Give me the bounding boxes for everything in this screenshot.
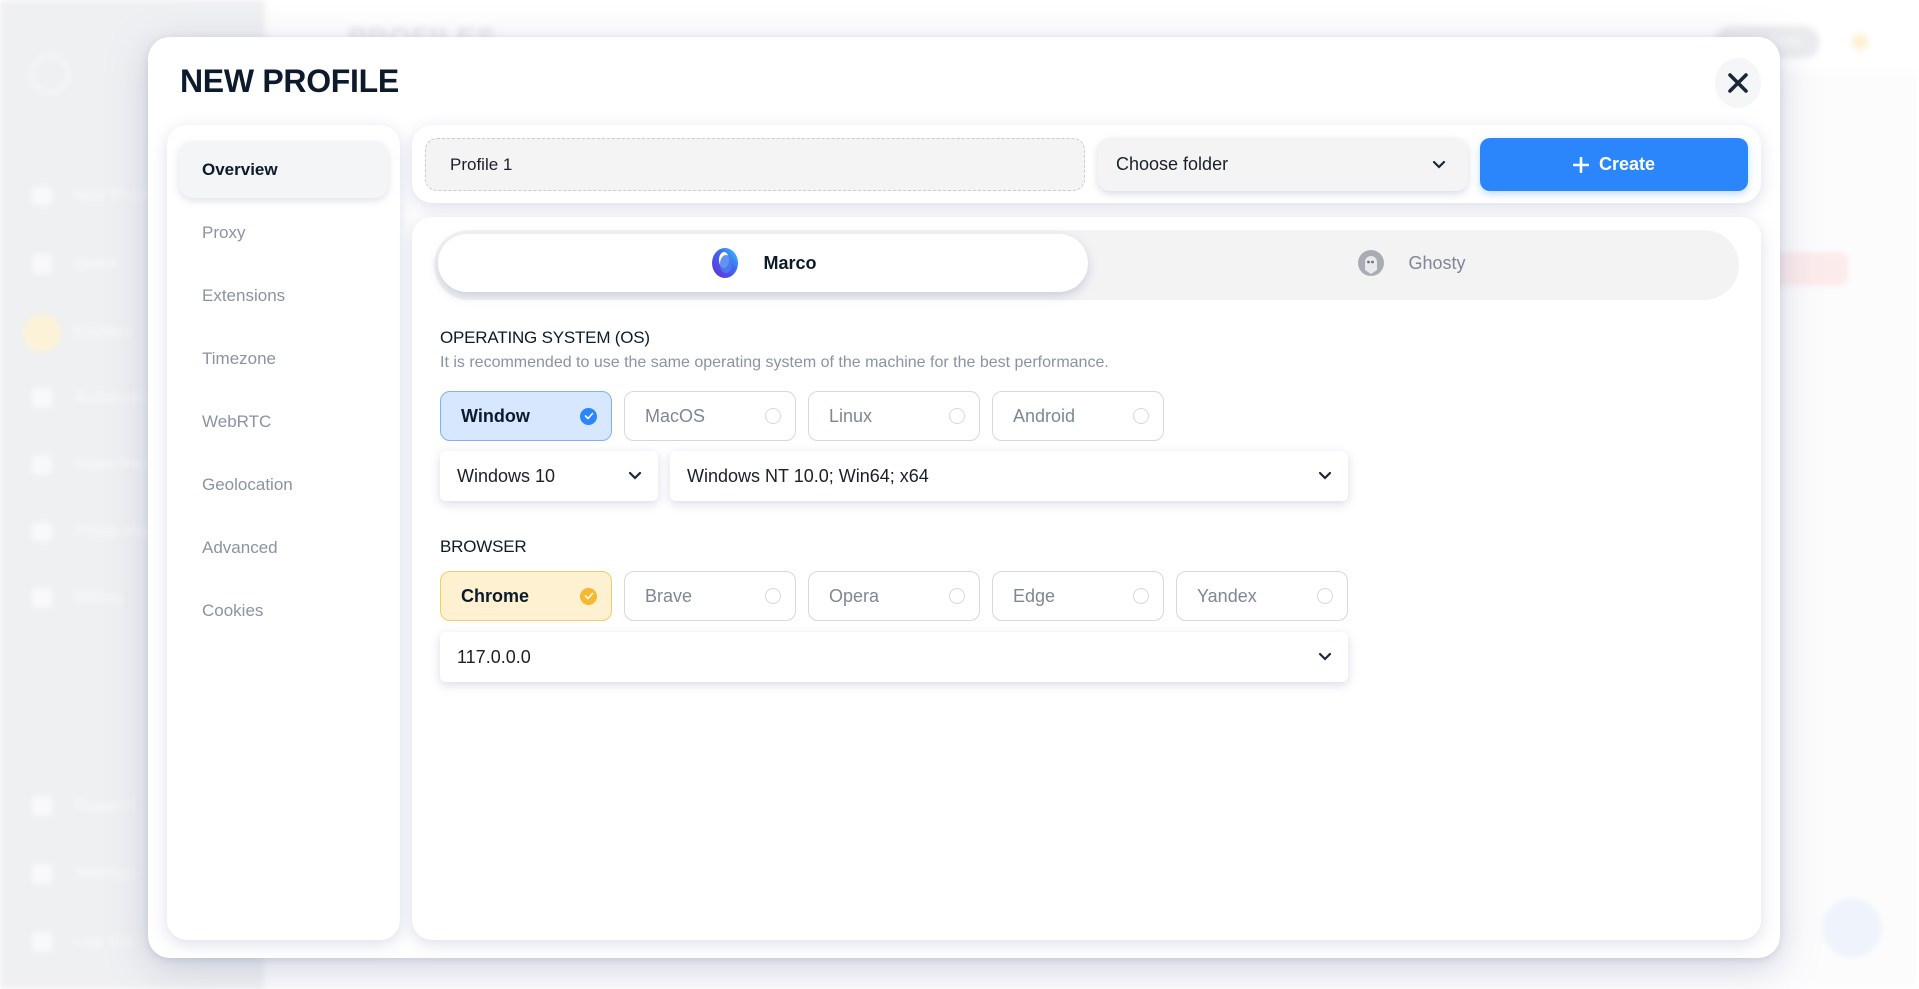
settings-sidebar: Overview Proxy Extensions Timezone WebRT… bbox=[167, 125, 400, 940]
browser-options: Chrome Brave Opera Edge Yandex bbox=[440, 571, 1348, 621]
support-icon bbox=[32, 796, 52, 816]
team-icon bbox=[32, 455, 52, 475]
browser-option-opera[interactable]: Opera bbox=[808, 571, 980, 621]
browser-option-yandex[interactable]: Yandex bbox=[1176, 571, 1348, 621]
sidebar-item-timezone[interactable]: Timezone bbox=[179, 330, 388, 387]
browser-version-select[interactable]: 117.0.0.0 bbox=[440, 632, 1348, 682]
ghosty-browser-icon bbox=[1358, 250, 1385, 276]
chevron-down-icon bbox=[1318, 471, 1332, 480]
engine-label-ghosty: Ghosty bbox=[1408, 252, 1466, 273]
bg-nav-new-profile: New Profile bbox=[32, 186, 161, 206]
lightning-icon bbox=[32, 254, 52, 274]
chevron-down-icon bbox=[1318, 652, 1332, 661]
os-platform-select[interactable]: Windows NT 10.0; Win64; x64 bbox=[670, 451, 1348, 501]
server-icon bbox=[32, 522, 52, 542]
bg-nav-logout: Log out bbox=[32, 932, 133, 952]
folder-select[interactable]: Choose folder bbox=[1098, 138, 1468, 191]
browser-section-title: BROWSER bbox=[440, 537, 527, 556]
bg-nav-profiles: Profiles bbox=[23, 314, 133, 352]
plus-icon bbox=[1572, 156, 1589, 173]
create-button[interactable]: Create bbox=[1480, 138, 1748, 191]
engine-option-marco[interactable]: Marco bbox=[438, 234, 1088, 292]
sidebar-item-advanced[interactable]: Advanced bbox=[179, 519, 388, 576]
os-option-android[interactable]: Android bbox=[992, 391, 1164, 441]
os-section-subtitle: It is recommended to use the same operat… bbox=[440, 354, 1109, 371]
close-button[interactable] bbox=[1715, 58, 1761, 108]
engine-label-marco: Marco bbox=[763, 252, 817, 273]
chevron-down-icon bbox=[1432, 160, 1446, 169]
radio-icon bbox=[765, 408, 781, 424]
bg-nav-automation: Automation bbox=[32, 388, 163, 408]
os-version-select[interactable]: Windows 10 bbox=[440, 451, 658, 501]
profile-toolbar: Choose folder Create bbox=[412, 125, 1761, 203]
logout-icon bbox=[32, 932, 52, 952]
sidebar-item-cookies[interactable]: Cookies bbox=[179, 582, 388, 639]
sidebar-item-overview[interactable]: Overview bbox=[179, 141, 388, 198]
plus-icon bbox=[32, 186, 52, 206]
radio-icon bbox=[1317, 588, 1333, 604]
radio-icon bbox=[1133, 588, 1149, 604]
chevron-down-icon bbox=[628, 471, 642, 480]
bg-nav-settings: Settings bbox=[32, 864, 137, 884]
modal-title: NEW PROFILE bbox=[180, 63, 399, 99]
coin-icon bbox=[1852, 34, 1868, 50]
browser-option-edge[interactable]: Edge bbox=[992, 571, 1164, 621]
new-profile-modal: NEW PROFILE Overview Proxy Extensions Ti… bbox=[148, 37, 1780, 958]
radio-icon bbox=[949, 408, 965, 424]
create-button-label: Create bbox=[1598, 154, 1656, 174]
browser-option-chrome[interactable]: Chrome bbox=[440, 571, 612, 621]
checkmark-icon bbox=[580, 587, 597, 605]
close-icon bbox=[1728, 73, 1748, 93]
profile-name-input[interactable] bbox=[425, 138, 1085, 191]
billing-icon bbox=[32, 588, 52, 608]
overview-panel: Marco Ghosty OPERATING SYSTEM (OS) It is… bbox=[412, 217, 1761, 940]
bg-nav-quick: Quick bbox=[32, 254, 118, 274]
checkmark-icon bbox=[580, 407, 597, 425]
marco-browser-icon bbox=[712, 248, 739, 278]
engine-option-ghosty[interactable]: Ghosty bbox=[1086, 234, 1736, 292]
gear-icon bbox=[32, 864, 52, 884]
bg-nav-support: Support bbox=[32, 796, 135, 816]
sidebar-item-geolocation[interactable]: Geolocation bbox=[179, 456, 388, 513]
browser-engine-toggle: Marco Ghosty bbox=[434, 230, 1739, 300]
os-option-window[interactable]: Window bbox=[440, 391, 612, 441]
sidebar-item-extensions[interactable]: Extensions bbox=[179, 267, 388, 324]
robot-icon bbox=[32, 388, 52, 408]
folder-select-value: Choose folder bbox=[1116, 154, 1229, 174]
bg-nav-billing: Billing bbox=[32, 588, 123, 608]
chat-bubble-icon bbox=[1822, 898, 1882, 958]
sidebar-item-webrtc[interactable]: WebRTC bbox=[179, 393, 388, 450]
radio-icon bbox=[1133, 408, 1149, 424]
user-avatar-icon bbox=[30, 54, 70, 94]
browser-option-brave[interactable]: Brave bbox=[624, 571, 796, 621]
os-option-macos[interactable]: MacOS bbox=[624, 391, 796, 441]
radio-icon bbox=[949, 588, 965, 604]
os-option-linux[interactable]: Linux bbox=[808, 391, 980, 441]
radio-icon bbox=[765, 588, 781, 604]
os-section-title: OPERATING SYSTEM (OS) bbox=[440, 328, 650, 347]
grid-icon bbox=[23, 314, 61, 352]
sidebar-item-proxy[interactable]: Proxy bbox=[179, 204, 388, 261]
os-options: Window MacOS Linux Android bbox=[440, 391, 1164, 441]
